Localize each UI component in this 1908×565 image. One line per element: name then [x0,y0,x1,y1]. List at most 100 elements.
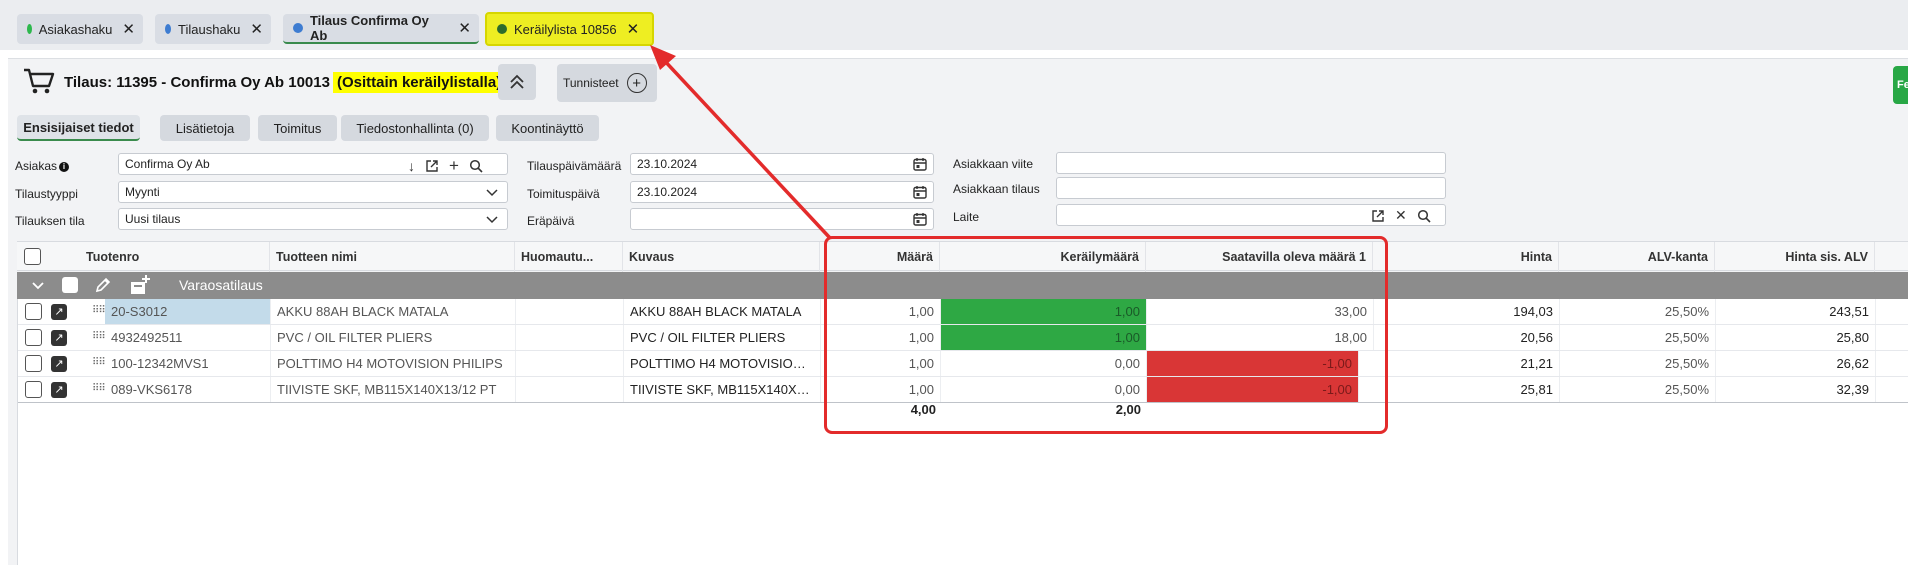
green-action-button[interactable]: Fe [1893,66,1908,104]
tags-label: Tunnisteet [563,76,619,90]
tab-asiakashaku[interactable]: Asiakashaku ✕ [17,14,143,44]
cell-tuotenro: 4932492511 [105,325,271,350]
subtab-label: Ensisijaiset tiedot [23,119,134,135]
order-date-label: Tilauspäivämäärä [527,159,622,173]
tags-button[interactable]: Tunnisteet + [557,64,657,102]
select-all-checkbox[interactable] [24,248,41,265]
close-icon[interactable]: ✕ [627,20,640,38]
customer-order-label: Asiakkaan tilaus [953,182,1040,196]
tab-tilaushaku[interactable]: Tilaushaku ✕ [155,14,271,44]
subtab-lisatietoja[interactable]: Lisätietoja [160,115,250,141]
open-row-icon[interactable]: ↗ [51,304,67,320]
subtab-tiedostonhallinta[interactable]: Tiedostonhallinta (0) [341,115,489,141]
close-icon[interactable]: ✕ [250,20,263,38]
tab-tilaus-confirma[interactable]: Tilaus Confirma Oy Ab ✕ [283,13,479,44]
status-dot-icon [293,23,303,33]
tab-label: Asiakashaku [38,21,113,37]
col-tuotteen-nimi[interactable]: Tuotteen nimi [270,242,515,272]
cell-tuotenro: 089-VKS6178 [105,377,271,402]
collapse-button[interactable] [498,64,536,100]
cell-huomautus [516,299,624,324]
chevrons-up-icon [510,74,524,89]
clear-icon[interactable]: ✕ [1395,207,1407,224]
external-link-icon[interactable] [1371,209,1385,223]
calendar-icon[interactable] [913,157,927,171]
drag-handle-icon[interactable]: ⠿⠿ [92,331,106,342]
cell-hinta: 25,81 [1374,377,1560,402]
open-row-icon[interactable]: ↗ [51,330,67,346]
close-icon[interactable]: ✕ [122,20,135,38]
col-alv-kanta[interactable]: ALV-kanta [1559,242,1715,272]
calendar-icon[interactable] [913,212,927,226]
chevron-down-icon[interactable] [32,281,44,291]
tab-label: Tilaus Confirma Oy Ab [309,13,429,43]
subtab-koontinaytto[interactable]: Koontinäyttö [496,115,599,141]
cell-huomautus [516,351,624,376]
col-hinta-sis-alv[interactable]: Hinta sis. ALV [1715,242,1875,272]
tab-label: Keräilylista 10856 [514,21,617,37]
green-action-label: Fe [1897,79,1908,91]
tab-label: Tilaushaku [178,21,241,37]
cell-hinta-sis-alv: 32,39 [1716,377,1876,402]
info-icon[interactable]: i [59,162,70,172]
row-checkbox[interactable] [25,355,42,372]
due-date-field[interactable] [630,208,934,230]
col-kuvaus[interactable]: Kuvaus [623,242,820,272]
subtab-label: Koontinäyttö [511,120,584,136]
cell-alv-kanta: 25,50% [1560,325,1716,350]
open-row-icon[interactable]: ↗ [51,382,67,398]
plus-icon[interactable]: + [449,156,459,176]
cell-hinta-sis-alv: 243,51 [1716,299,1876,324]
row-checkbox[interactable] [25,303,42,320]
drag-handle-icon[interactable]: ⠿⠿ [92,357,106,368]
drag-handle-icon[interactable]: ⠿⠿ [92,305,106,316]
col-tuotenro[interactable]: Tuotenro [80,242,270,272]
group-checkbox[interactable] [62,277,78,293]
device-label: Laite [953,210,980,224]
order-status-value: Uusi tilaus [125,212,181,226]
open-row-icon[interactable]: ↗ [51,356,67,372]
row-checkbox[interactable] [25,329,42,346]
calendar-icon[interactable] [913,185,927,199]
pencil-icon[interactable] [94,276,112,294]
delivery-date-field[interactable]: 23.10.2024 [630,181,934,203]
col-huomautus[interactable]: Huomautu... [515,242,623,272]
order-date-field[interactable]: 23.10.2024 [630,153,934,175]
tab-kerailylista[interactable]: Keräilylista 10856 ✕ [485,12,654,46]
cell-alv-kanta: 25,50% [1560,299,1716,324]
drag-handle-icon[interactable]: ⠿⠿ [92,383,106,394]
external-link-icon[interactable] [425,159,439,173]
due-date-label: Eräpäivä [527,214,575,228]
cell-tuotteen-nimi: AKKU 88AH BLACK MATALA [271,299,516,324]
subtab-label: Toimitus [273,120,322,136]
subtab-toimitus[interactable]: Toimitus [258,115,337,141]
order-date-value: 23.10.2024 [637,157,698,171]
add-box-icon[interactable] [129,274,151,296]
customer-field-actions: ↓ + [408,156,483,176]
cell-kuvaus: TIIVISTE SKF, MB115X140X13/12 PT [624,377,821,402]
status-dot-icon [27,24,32,34]
subtab-ensisijaiset[interactable]: Ensisijaiset tiedot [17,115,140,141]
close-icon[interactable]: ✕ [458,19,471,37]
cell-tuotenro: 100-12342MVS1 [105,351,271,376]
order-type-label: Tilaustyyppi [15,187,78,201]
page-title: Tilaus: 11395 - Confirma Oy Ab 10013 (Os… [64,72,506,93]
row-checkbox[interactable] [25,381,42,398]
arrow-down-icon[interactable]: ↓ [408,158,415,174]
order-status-select[interactable]: Uusi tilaus [118,208,508,230]
cell-hinta: 194,03 [1374,299,1560,324]
cell-alv-kanta: 25,50% [1560,377,1716,402]
cell-hinta: 21,21 [1374,351,1560,376]
col-hinta[interactable]: Hinta [1373,242,1559,272]
order-type-select[interactable]: Myynti [118,181,508,203]
annotation-box [824,236,1388,434]
subtab-label: Lisätietoja [175,120,235,136]
customer-order-field[interactable] [1056,177,1446,199]
search-icon[interactable] [469,159,483,173]
customer-ref-field[interactable] [1056,152,1446,174]
cart-icon [24,68,55,94]
cell-hinta-sis-alv: 26,62 [1716,351,1876,376]
cell-tuotteen-nimi: PVC / OIL FILTER PLIERS [271,325,516,350]
cell-kuvaus: AKKU 88AH BLACK MATALA [624,299,821,324]
search-icon[interactable] [1417,209,1431,223]
